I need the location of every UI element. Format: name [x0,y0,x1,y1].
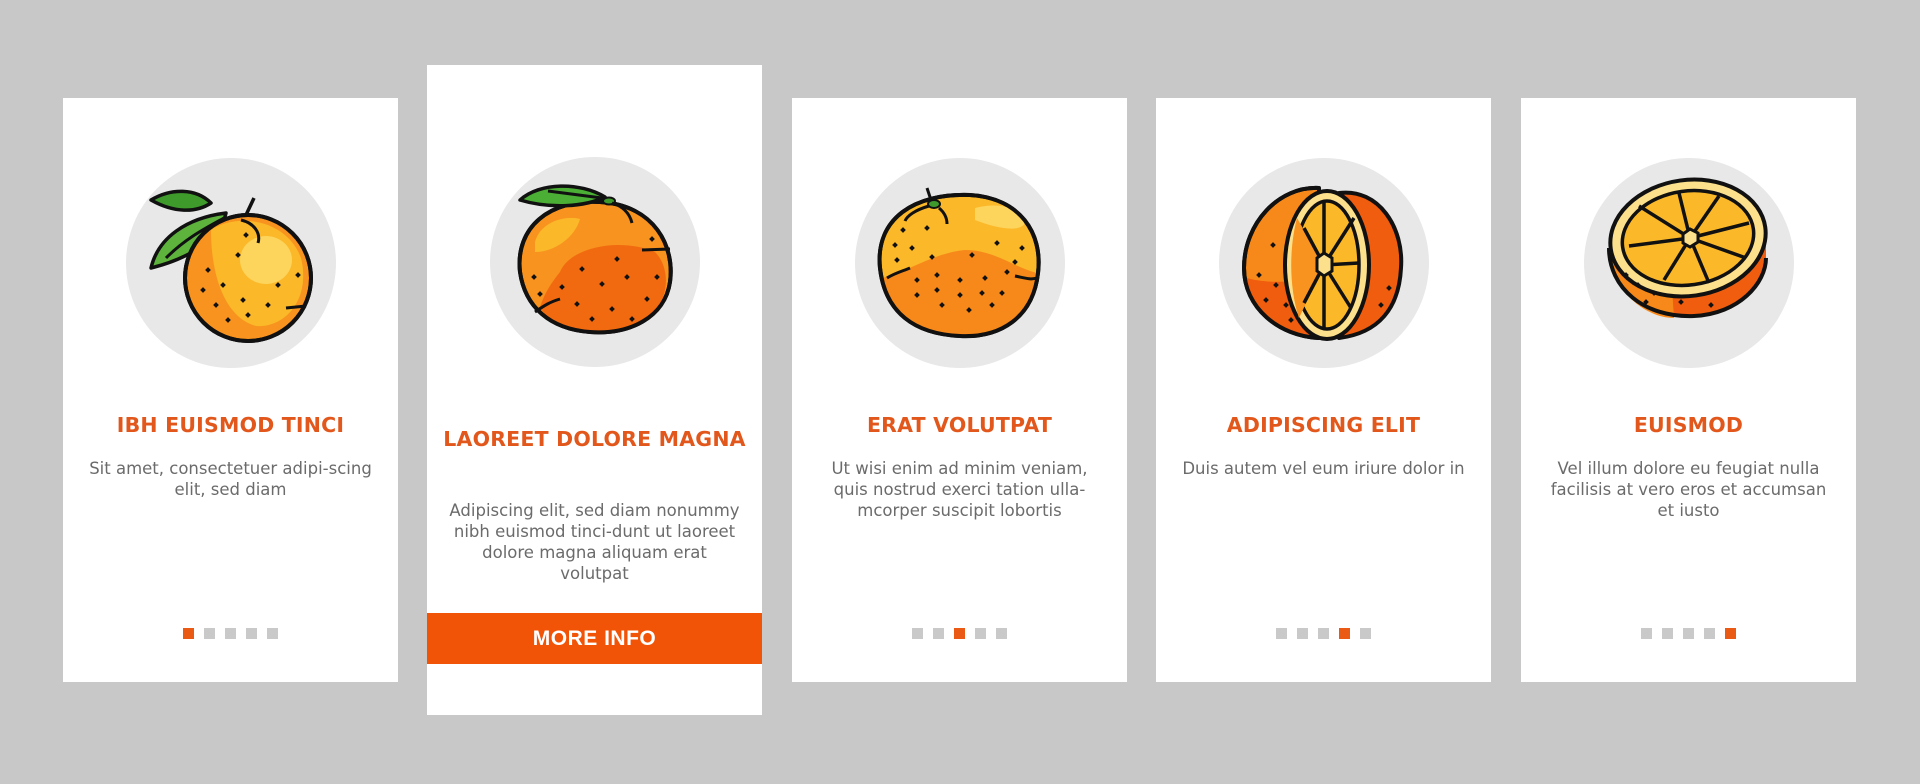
tangerine-with-leaf-icon [490,157,700,367]
orange-with-slice-cut-icon [1219,158,1429,368]
onboarding-card-2: LAOREET DOLORE MAGNA Adipiscing elit, se… [427,65,762,715]
card-title: EUISMOD [1633,413,1744,437]
onboarding-card-4: ADIPISCING ELIT Duis autem vel eum iriur… [1156,98,1491,682]
page-dot-1-active[interactable] [183,628,194,639]
page-dot-3[interactable] [1318,628,1329,639]
page-dot-5[interactable] [267,628,278,639]
page-dot-4[interactable] [975,628,986,639]
card-title: LAOREET DOLORE MAGNA [443,427,746,451]
card-description: Adipiscing elit, sed diam nonummy nibh e… [449,501,740,583]
page-dot-4[interactable] [1704,628,1715,639]
page-dot-2[interactable] [204,628,215,639]
page-dot-3-active[interactable] [954,628,965,639]
page-dot-1[interactable] [1641,628,1652,639]
pagination-dots [792,628,1127,639]
page-dot-3[interactable] [1683,628,1694,639]
page-dot-2[interactable] [1662,628,1673,639]
card-description: Duis autem vel eum iriure dolor in [1182,459,1465,478]
orange-half-icon [1584,158,1794,368]
onboarding-card-1: IBH EUISMOD TINCI Sit amet, consectetuer… [63,98,398,682]
page-dot-2[interactable] [933,628,944,639]
card-description: Vel illum dolore eu feugiat nulla facili… [1550,459,1827,520]
card-title: ERAT VOLUTPAT [866,413,1053,437]
orange-with-leaves-icon [126,158,336,368]
pagination-dots [1521,628,1856,639]
page-dot-5-active[interactable] [1725,628,1736,639]
onboarding-card-5: EUISMOD Vel illum dolore eu feugiat null… [1521,98,1856,682]
card-title: IBH EUISMOD TINCI [116,413,345,437]
card-title: ADIPISCING ELIT [1226,413,1421,437]
page-dot-5[interactable] [996,628,1007,639]
page-dot-5[interactable] [1360,628,1371,639]
page-dot-3[interactable] [225,628,236,639]
page-dot-4-active[interactable] [1339,628,1350,639]
whole-orange-icon [855,158,1065,368]
card-description: Sit amet, consectetuer adipi-scing elit,… [89,459,372,499]
page-dot-1[interactable] [912,628,923,639]
page-dot-1[interactable] [1276,628,1287,639]
onboarding-card-3: ERAT VOLUTPAT Ut wisi enim ad minim veni… [792,98,1127,682]
page-dot-4[interactable] [246,628,257,639]
card-description: Ut wisi enim ad minim veniam, quis nostr… [831,459,1088,520]
pagination-dots [1156,628,1491,639]
more-info-button[interactable]: MORE INFO [427,613,762,664]
pagination-dots [63,628,398,639]
page-dot-2[interactable] [1297,628,1308,639]
